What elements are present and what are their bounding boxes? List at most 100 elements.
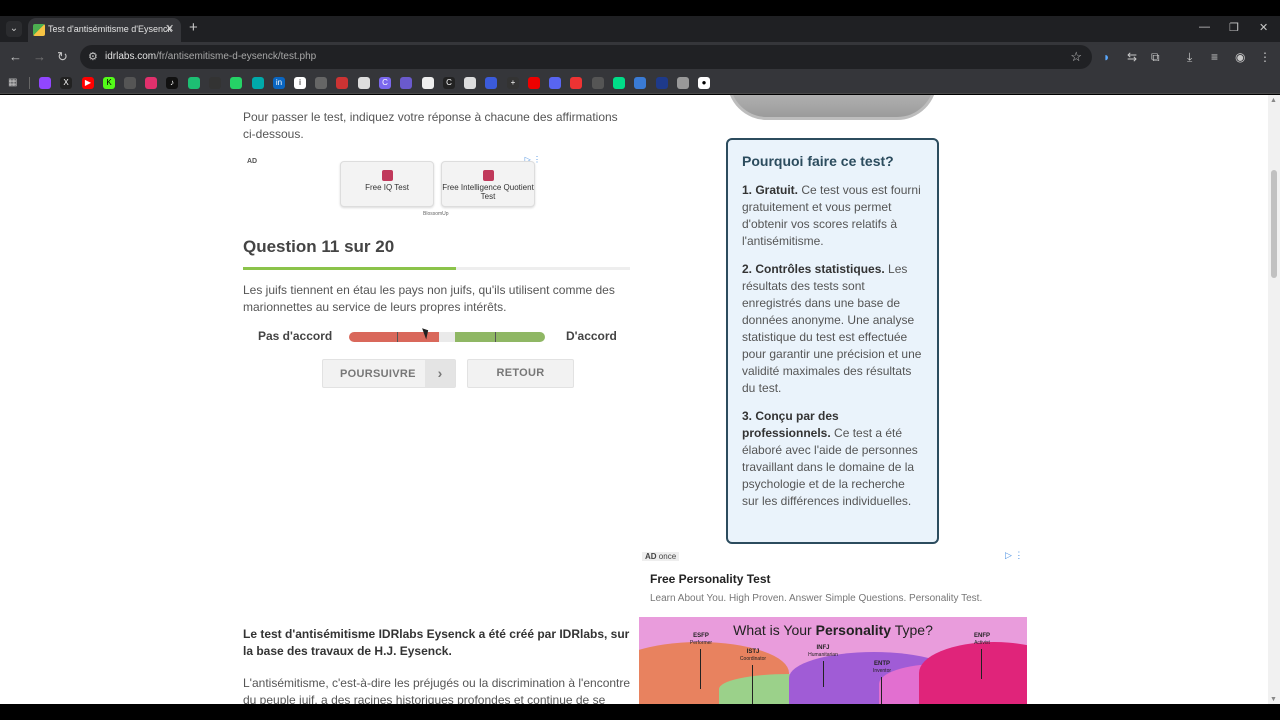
header-illustration bbox=[727, 95, 937, 120]
bookmark-star-icon[interactable]: ☆ bbox=[1070, 49, 1082, 65]
question-progress-bar bbox=[243, 267, 630, 270]
tab-active[interactable]: Test d'antisémitisme d'Eysenck ✕ bbox=[28, 18, 181, 42]
bookmark-icon-24[interactable] bbox=[528, 77, 540, 89]
bookmark-icon-19[interactable] bbox=[422, 77, 434, 89]
ad-button-iq-test[interactable]: Free IQ Test bbox=[340, 161, 434, 207]
new-tab-icon[interactable]: + bbox=[189, 19, 198, 36]
chevron-right-icon: › bbox=[425, 360, 455, 387]
apps-grid-icon[interactable]: ▦ bbox=[8, 77, 17, 88]
browser-toolbar: ← → ↻ ⚙ idrlabs.com/fr/antisemitisme-d-e… bbox=[0, 42, 1280, 72]
bookmark-icon-8[interactable] bbox=[188, 77, 200, 89]
credit-text: Le test d'antisémitisme IDRlabs Eysenck … bbox=[243, 627, 630, 658]
bookmark-discord-icon[interactable] bbox=[549, 77, 561, 89]
ad-label: AD bbox=[247, 158, 258, 165]
scroll-down-icon[interactable]: ▼ bbox=[1270, 696, 1277, 703]
scroll-up-icon[interactable]: ▲ bbox=[1270, 97, 1277, 104]
bookmark-icon-15[interactable] bbox=[336, 77, 348, 89]
bookmark-icon-30[interactable] bbox=[656, 77, 668, 89]
profile-avatar-icon[interactable]: ◉ bbox=[1235, 50, 1245, 64]
ad-bottom-label: AD once bbox=[642, 552, 680, 561]
question-title: Question 11 sur 20 bbox=[243, 237, 395, 256]
tab-strip: ⌄ Test d'antisémitisme d'Eysenck ✕ + — ❐… bbox=[0, 16, 1280, 42]
bookmark-icon-14[interactable] bbox=[315, 77, 327, 89]
back-icon[interactable]: ← bbox=[9, 49, 22, 64]
bookmark-icon-5[interactable] bbox=[124, 77, 136, 89]
ptype-label: ISTJ Coordinator bbox=[739, 649, 767, 662]
ad-button-intelligence-test[interactable]: Free Intelligence Quotient Test bbox=[441, 161, 535, 207]
bookmark-icon-29[interactable] bbox=[634, 77, 646, 89]
translate-icon[interactable]: ⇆ bbox=[1127, 50, 1137, 64]
scrollbar-thumb[interactable] bbox=[1271, 170, 1277, 278]
bookmark-icon-17[interactable]: C bbox=[379, 77, 391, 89]
ad-bottom-title[interactable]: Free Personality Test bbox=[650, 572, 771, 586]
forward-icon[interactable]: → bbox=[33, 49, 46, 64]
bookmark-icon-31[interactable] bbox=[677, 77, 689, 89]
minimize-icon[interactable]: — bbox=[1199, 21, 1210, 33]
download-icon[interactable]: ⤓ bbox=[1187, 50, 1192, 65]
close-tab-icon[interactable]: ✕ bbox=[165, 22, 174, 35]
window-close-icon[interactable]: ✕ bbox=[1259, 21, 1268, 34]
why-title: Pourquoi faire ce test? bbox=[742, 153, 894, 169]
extension-icon[interactable]: ◗ bbox=[1103, 50, 1110, 64]
tab-search-icon[interactable]: ⌄ bbox=[6, 21, 22, 37]
bookmark-tiktok-icon[interactable]: ♪ bbox=[166, 77, 178, 89]
tab-title: Test d'antisémitisme d'Eysenck bbox=[48, 24, 172, 34]
site-info-icon[interactable]: ⚙ bbox=[88, 50, 98, 63]
ptype-label: ENTP Inventor bbox=[872, 661, 892, 674]
ptype-pointer bbox=[823, 661, 824, 687]
bookmark-icon-22[interactable] bbox=[485, 77, 497, 89]
ad-choices-icon[interactable]: ▷ ⋮ bbox=[1005, 550, 1023, 561]
bookmark-instagram-icon[interactable] bbox=[145, 77, 157, 89]
why-item-professionals: 3. Conçu par des professionnels. Ce test… bbox=[742, 409, 918, 508]
bookmark-icon-10[interactable] bbox=[230, 77, 242, 89]
continue-button-label: POURSUIVRE bbox=[340, 368, 416, 380]
bookmarks-bar: ▦ X ▶ K ♪ in i C C + ● bbox=[0, 72, 1280, 94]
continue-button[interactable]: POURSUIVRE › bbox=[322, 359, 456, 388]
bookmark-twitch-icon[interactable] bbox=[39, 77, 51, 89]
bookmark-icon-32[interactable]: ● bbox=[698, 77, 710, 89]
bookmark-icon-16[interactable] bbox=[358, 77, 370, 89]
slider-tick bbox=[397, 332, 398, 342]
bookmark-youtube-icon[interactable]: ▶ bbox=[82, 77, 94, 89]
bookmark-x-icon[interactable]: X bbox=[60, 77, 72, 89]
ad-button-label: Free Intelligence Quotient Test bbox=[442, 183, 534, 201]
scale-left-label: Pas d'accord bbox=[258, 329, 333, 343]
bookmark-icon-18[interactable] bbox=[400, 77, 412, 89]
ptype-label: ENFP Activist bbox=[973, 633, 990, 646]
banner-wave bbox=[919, 642, 1027, 704]
extensions-puzzle-icon[interactable]: ⧉ bbox=[1151, 50, 1160, 65]
ptype-pointer bbox=[752, 665, 753, 704]
bookmark-icon-27[interactable] bbox=[592, 77, 604, 89]
bookmark-icon-9[interactable] bbox=[209, 77, 221, 89]
slider-tick bbox=[495, 332, 496, 342]
bookmark-linkedin-icon[interactable]: in bbox=[273, 77, 285, 89]
ptype-label: INFJ Humanitarian bbox=[808, 645, 838, 658]
why-take-test-box: Pourquoi faire ce test? 1. Gratuit. Ce t… bbox=[726, 138, 939, 544]
reload-icon[interactable]: ↻ bbox=[57, 49, 68, 65]
back-button[interactable]: RETOUR bbox=[467, 359, 574, 388]
restore-icon[interactable]: ❐ bbox=[1229, 21, 1239, 34]
ptype-pointer bbox=[700, 649, 701, 689]
bookmark-icon-21[interactable] bbox=[464, 77, 476, 89]
agreement-slider[interactable] bbox=[349, 332, 545, 342]
bookmarks-divider bbox=[29, 77, 30, 89]
scale-right-label: D'accord bbox=[566, 329, 617, 343]
ptype-pointer bbox=[881, 677, 882, 704]
address-bar[interactable]: ⚙ idrlabs.com/fr/antisemitisme-d-eysenck… bbox=[80, 45, 1092, 69]
ad-bottom-subtitle[interactable]: Learn About You. High Proven. Answer Sim… bbox=[650, 593, 982, 604]
bookmark-icon-20[interactable]: C bbox=[443, 77, 455, 89]
bookmark-kick-icon[interactable]: K bbox=[103, 77, 115, 89]
bookmark-info-icon[interactable]: i bbox=[294, 77, 306, 89]
url-text[interactable]: idrlabs.com/fr/antisemitisme-d-eysenck/t… bbox=[105, 51, 316, 62]
bookmark-icon-11[interactable] bbox=[252, 77, 264, 89]
page-scrollbar[interactable]: ▲ ▼ bbox=[1268, 95, 1280, 704]
media-icon[interactable]: ≡ bbox=[1211, 50, 1218, 64]
menu-kebab-icon[interactable]: ⋮ bbox=[1259, 50, 1271, 64]
intro-text: Pour passer le test, indiquez votre répo… bbox=[243, 110, 618, 141]
ad-clipboard-icon bbox=[381, 170, 393, 181]
bookmark-icon-28[interactable] bbox=[613, 77, 625, 89]
bookmark-icon-23[interactable]: + bbox=[507, 77, 519, 89]
ad-bottom-banner[interactable]: What is Your Personality Type? ESFP Perfo… bbox=[639, 617, 1027, 704]
screen-bottom-edge bbox=[0, 704, 1280, 720]
bookmark-icon-26[interactable] bbox=[570, 77, 582, 89]
